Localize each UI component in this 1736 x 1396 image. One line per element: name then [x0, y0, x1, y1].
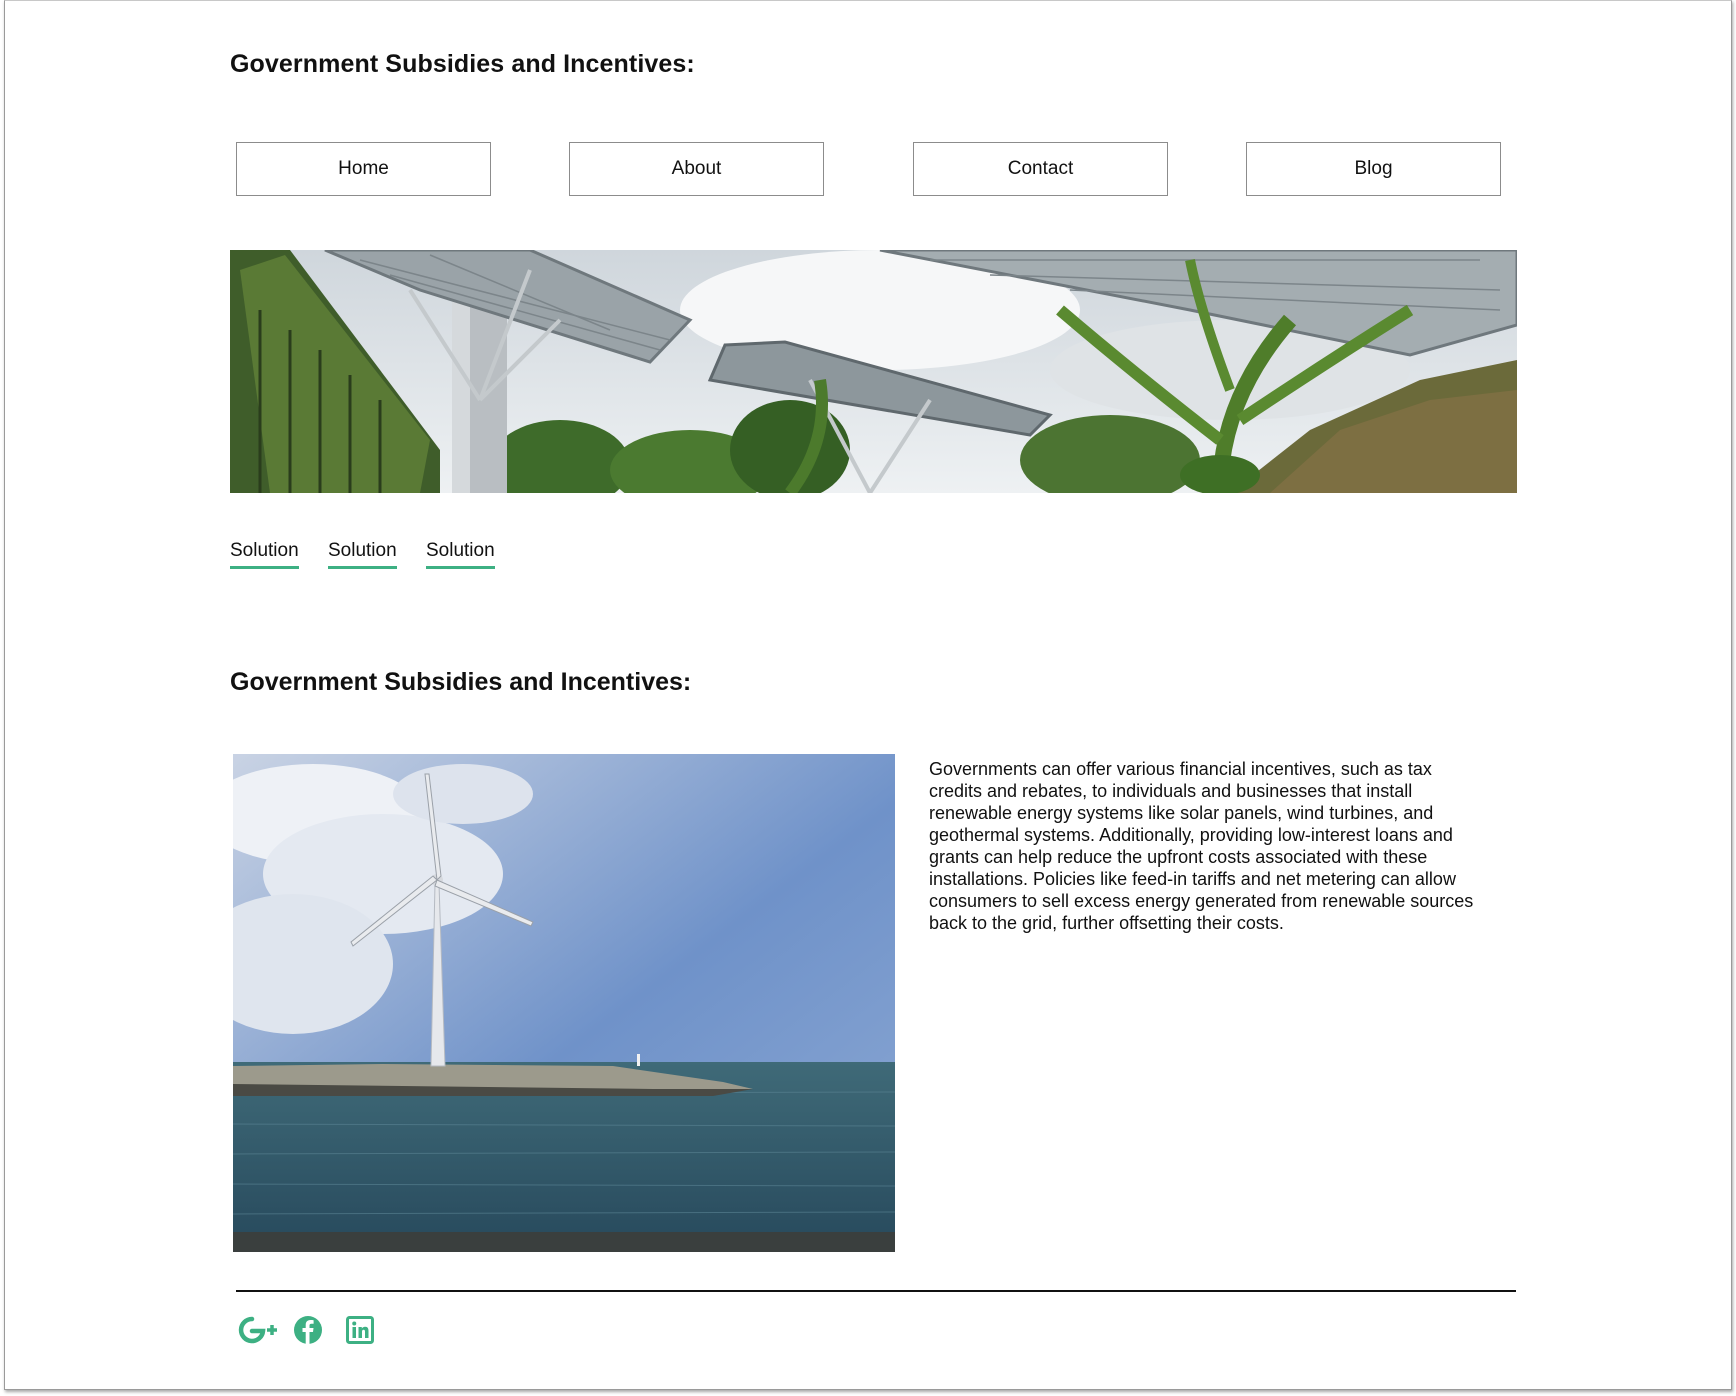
nav-home-button[interactable]: Home — [236, 142, 491, 196]
section-title: Government Subsidies and Incentives: — [230, 668, 692, 696]
tab-solution-3[interactable]: Solution — [426, 540, 495, 569]
hero-image — [230, 250, 1517, 493]
nav-about-button[interactable]: About — [569, 142, 824, 196]
nav-blog-button[interactable]: Blog — [1246, 142, 1501, 196]
page-title: Government Subsidies and Incentives: — [230, 50, 695, 78]
nav-contact-button[interactable]: Contact — [913, 142, 1168, 196]
google-plus-icon[interactable] — [238, 1313, 280, 1347]
main-nav: Home About Contact Blog — [236, 142, 1503, 198]
linkedin-icon[interactable] — [346, 1313, 374, 1347]
tab-solution-2[interactable]: Solution — [328, 540, 397, 569]
section-body-text: Governments can offer various financial … — [929, 759, 1474, 933]
footer-divider — [236, 1290, 1516, 1292]
wind-turbine-image — [233, 754, 895, 1252]
facebook-icon[interactable] — [293, 1313, 323, 1347]
tab-solution-1[interactable]: Solution — [230, 540, 299, 569]
